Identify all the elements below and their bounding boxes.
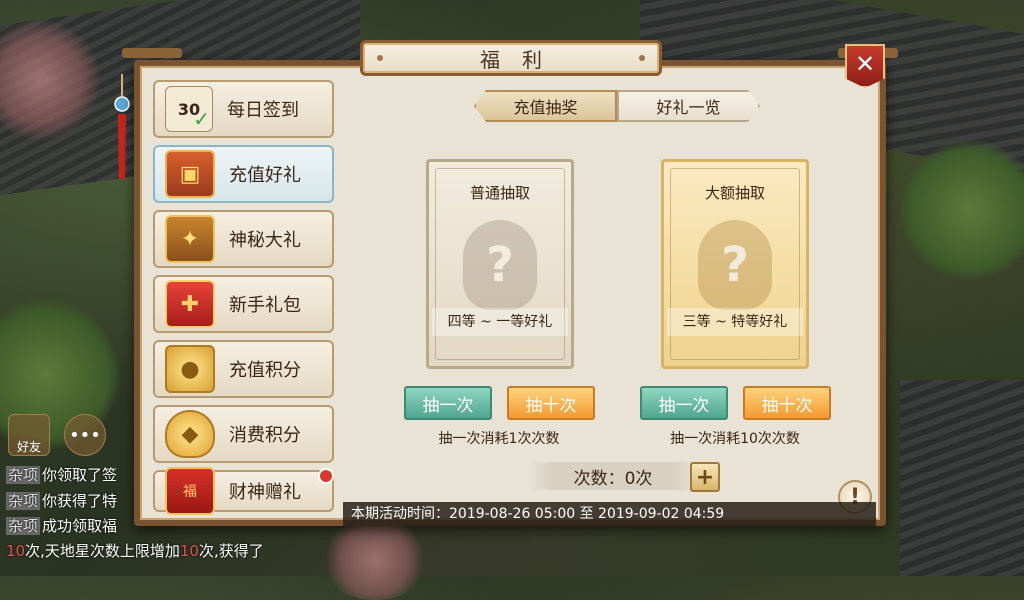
menu-item-spend-points[interactable]: ◆ 消费积分: [153, 405, 334, 463]
big-draw-cost: 抽一次消耗10次次数: [670, 431, 800, 447]
normal-draw-once-button[interactable]: 抽一次: [404, 386, 492, 420]
menu-item-label: 消费积分: [229, 425, 301, 446]
menu-item-newbie-pack[interactable]: ✚ 新手礼包: [153, 275, 334, 333]
chat-text: 你获得了特: [42, 492, 118, 510]
chat-number: 10: [6, 542, 26, 560]
title-ornament: [639, 55, 645, 61]
menu-item-label: 充值好礼: [229, 165, 301, 186]
chat-line: 杂项 你获得了特: [6, 490, 117, 511]
activity-time-bar: 本期活动时间：2019-08-26 05:00 至 2019-09-02 04:…: [343, 502, 876, 526]
menu-item-fortune-gift[interactable]: 福 财神赠礼: [153, 467, 334, 515]
add-count-button[interactable]: +: [690, 462, 720, 492]
menu-item-recharge-points[interactable]: ● 充值积分: [153, 340, 334, 398]
menu-item-mystery-gift[interactable]: ✦ 神秘大礼: [153, 210, 334, 268]
chat-tag: 杂项: [6, 492, 41, 510]
gold-chest-icon: ●: [165, 345, 215, 393]
card-title: 大额抽取: [704, 184, 765, 202]
menu-item-label: 神秘大礼: [229, 230, 301, 251]
menu-item-daily-checkin[interactable]: 30 ✓ 每日签到: [153, 80, 334, 138]
notification-badge: [318, 468, 334, 484]
normal-draw-cost: 抽一次消耗1次次数: [438, 431, 560, 447]
red-envelope-icon: 福: [165, 467, 215, 515]
chat-tag: 杂项: [6, 466, 41, 484]
menu-item-label: 充值积分: [229, 360, 301, 381]
page-title: 福利: [480, 47, 564, 72]
tab-gift-overview[interactable]: 好礼一览: [617, 90, 760, 122]
draw-count-display: 次数：0次: [527, 462, 699, 490]
chat-line: 杂项 成功领取福: [6, 515, 117, 536]
chat-tag: 杂项: [6, 517, 41, 535]
menu-item-label: 财神赠礼: [229, 482, 301, 503]
chat-text: 次,获得了: [198, 542, 264, 560]
friends-button[interactable]: 好友: [8, 414, 50, 456]
tassel-ornament-icon: [114, 74, 130, 179]
menu-item-recharge-gift[interactable]: ▣ 充值好礼: [153, 145, 334, 203]
chat-line: 10次,天地星次数上限增加10次,获得了: [6, 540, 264, 561]
chat-icons: 好友 •••: [8, 414, 106, 456]
menu-item-label: 每日签到: [227, 100, 299, 121]
normal-draw-card: 普通抽取 ? 四等 ~ 一等好礼: [426, 159, 574, 369]
gift-box-icon: ✚: [165, 280, 215, 328]
button-label: 抽十次: [525, 395, 577, 416]
gold-bag-icon: ◆: [165, 410, 215, 458]
menu-item-label: 新手礼包: [229, 295, 301, 316]
draw-count-text: 次数：0次: [573, 468, 653, 489]
tab-label: 好礼一览: [656, 98, 721, 117]
card-prize: 四等 ~ 一等好礼: [432, 308, 568, 336]
close-icon: ✕: [854, 50, 876, 78]
mystery-dragon-icon: ?: [698, 220, 772, 310]
background-blossom: [320, 520, 430, 600]
background-tree: [900, 140, 1024, 280]
card-title: 普通抽取: [469, 184, 530, 202]
chat-text: 成功领取福: [42, 517, 118, 535]
plus-icon: +: [695, 464, 715, 490]
panel-title-plate: 福利: [360, 40, 662, 76]
button-label: 抽十次: [761, 395, 813, 416]
chat-text: 你领取了签: [42, 466, 118, 484]
background-building: [900, 380, 1024, 576]
big-draw-once-button[interactable]: 抽一次: [640, 386, 728, 420]
treasure-chest-icon: ▣: [165, 150, 215, 198]
title-ornament: [377, 55, 383, 61]
tab-label: 充值抽奖: [513, 98, 578, 117]
chat-bubble-icon[interactable]: •••: [64, 414, 106, 456]
card-prize: 三等 ~ 特等好礼: [667, 308, 803, 336]
tab-recharge-lottery[interactable]: 充值抽奖: [474, 90, 617, 122]
calendar-icon: 30 ✓: [165, 86, 213, 132]
big-draw-ten-button[interactable]: 抽十次: [743, 386, 831, 420]
mystery-chest-icon: ✦: [165, 215, 215, 263]
friends-label: 好友: [16, 440, 41, 454]
big-draw-card: 大额抽取 ? 三等 ~ 特等好礼: [661, 159, 809, 369]
panel-frame-bar: [122, 48, 182, 58]
button-label: 抽一次: [422, 395, 474, 416]
button-label: 抽一次: [658, 395, 710, 416]
normal-draw-ten-button[interactable]: 抽十次: [507, 386, 595, 420]
chat-text: 次,天地星次数上限增加: [25, 542, 180, 560]
mystery-dragon-icon: ?: [463, 220, 537, 310]
chat-line: 杂项 你领取了签: [6, 464, 117, 485]
chat-number: 10: [179, 542, 199, 560]
